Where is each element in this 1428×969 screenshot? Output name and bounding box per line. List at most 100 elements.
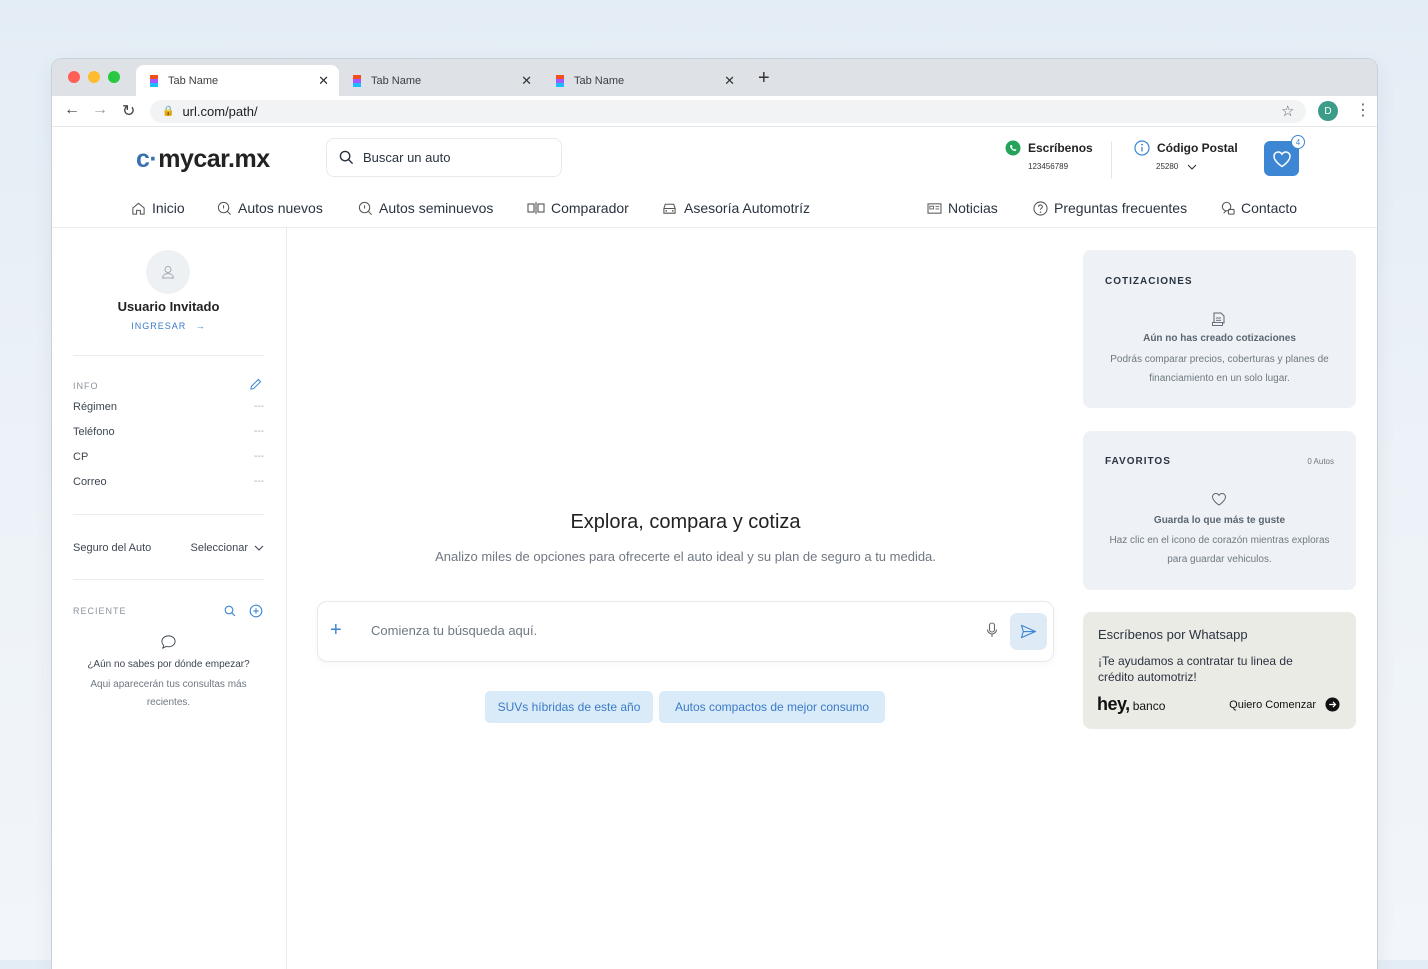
home-icon	[132, 202, 145, 215]
insurance-label: Seguro del Auto	[73, 542, 152, 554]
new-tab-button[interactable]: +	[758, 67, 770, 90]
address-bar[interactable]: 🔒 url.com/path/	[150, 100, 1306, 123]
insurance-row: Seguro del Auto Seleccionar	[73, 542, 264, 554]
attach-plus-icon[interactable]: +	[330, 619, 342, 642]
new-chat-icon[interactable]	[249, 604, 263, 618]
search-icon[interactable]	[224, 605, 236, 617]
search-car-icon	[358, 201, 372, 215]
recent-empty-state: ¿Aún no sabes por dónde empezar? Aqui ap…	[52, 634, 285, 712]
arrow-right-icon: →	[195, 321, 206, 331]
nav-item-inicio[interactable]: Inicio	[131, 200, 185, 216]
quotes-empty-title: Aún no has creado cotizaciones	[1143, 333, 1296, 344]
url-text: url.com/path/	[182, 104, 258, 119]
favorites-count: 0 Autos	[1307, 457, 1334, 466]
quotes-title: COTIZACIONES	[1105, 276, 1193, 287]
promo-text: ¡Te ayudamos a contratar tu linea de cré…	[1098, 654, 1293, 684]
close-tab-icon[interactable]: ✕	[724, 73, 735, 89]
contact-icon	[1221, 201, 1235, 215]
chat-bubble-icon	[161, 635, 176, 650]
recent-empty-title: ¿Aún no sabes por dónde empezar?	[87, 659, 250, 670]
favorites-count-badge: 4	[1291, 135, 1305, 149]
user-name: Usuario Invitado	[117, 299, 220, 314]
forward-arrow-icon[interactable]: →	[92, 101, 108, 119]
nav-item-autos-seminuevos[interactable]: Autos seminuevos	[358, 200, 493, 216]
suggestion-chip-compactos[interactable]: Autos compactos de mejor consumo	[659, 691, 885, 723]
minimize-window-button[interactable]	[88, 71, 100, 83]
browser-tab-2[interactable]: Tab Name ✕	[339, 65, 542, 96]
back-arrow-icon[interactable]: ←	[64, 101, 80, 119]
tab-strip: Tab Name ✕ Tab Name ✕ Tab Name ✕ +	[52, 59, 1377, 96]
browser-menu-icon[interactable]: ⋮	[1355, 100, 1371, 120]
search-icon	[339, 150, 354, 165]
favorites-empty-title: Guarda lo que más te guste	[1153, 515, 1286, 526]
suggestion-chip-suvs[interactable]: SUVs híbridas de este año	[485, 691, 653, 723]
hey-banco-logo: hey, banco	[1097, 694, 1166, 714]
nav-item-asesoria[interactable]: Asesoría Automotríz	[661, 200, 810, 216]
figma-icon	[150, 74, 158, 87]
quotes-card: COTIZACIONES Aún no has creado cotizacio…	[1083, 250, 1356, 408]
newspaper-icon	[927, 202, 942, 214]
browser-tab-3[interactable]: Tab Name ✕	[542, 65, 745, 96]
bookmark-star-icon[interactable]: ☆	[1281, 102, 1294, 120]
lock-icon: 🔒	[162, 106, 175, 117]
whatsapp-number: 123456789	[1028, 162, 1069, 171]
site-header: c·mycar.mx Buscar un auto Escríbenos 123…	[52, 127, 1377, 194]
nav-item-comparador[interactable]: Comparador	[527, 200, 629, 216]
content-area: Usuario Invitado INGRESAR → INFO Régimen…	[52, 228, 1377, 969]
arrow-circle-right-icon	[1325, 697, 1340, 712]
favorites-button[interactable]: 4	[1264, 135, 1305, 176]
close-tab-icon[interactable]: ✕	[521, 73, 532, 89]
postal-code-value: 25280	[1156, 162, 1179, 171]
user-icon	[161, 266, 175, 279]
search-car-icon	[217, 201, 231, 215]
whatsapp-promo-card: Escríbenos por Whatsapp ¡Te ayudamos a c…	[1083, 612, 1356, 729]
browser-tab-1[interactable]: Tab Name ✕	[136, 65, 339, 96]
browser-toolbar: ← → ↻ 🔒 url.com/path/ ☆ D ⋮	[52, 96, 1377, 127]
quotes-empty-desc: Podrás comparar precios, coberturas y pl…	[1110, 354, 1329, 384]
info-row-cp: CP ---	[73, 451, 264, 463]
nav-item-noticias[interactable]: Noticias	[927, 200, 998, 216]
info-icon	[1134, 140, 1150, 156]
tab-label: Tab Name	[371, 74, 422, 87]
promo-cta-button[interactable]: Quiero Comenzar	[1229, 697, 1340, 712]
close-window-button[interactable]	[68, 71, 80, 83]
divider	[73, 355, 264, 356]
postal-code-selector[interactable]: Código Postal 25280	[1134, 140, 1238, 171]
nav-item-autos-nuevos[interactable]: Autos nuevos	[217, 200, 323, 216]
main-panel: Explora, compara y cotiza Analizo miles …	[287, 228, 1084, 969]
reload-icon[interactable]: ↻	[122, 101, 135, 121]
chevron-down-icon	[254, 545, 264, 551]
nav-item-contacto[interactable]: Contacto	[1220, 200, 1297, 216]
send-icon	[1020, 624, 1037, 639]
question-icon	[1033, 200, 1048, 216]
browser-window: Tab Name ✕ Tab Name ✕ Tab Name ✕ + ← → ↻…	[52, 59, 1377, 969]
main-nav: Inicio Autos nuevos Autos seminuevos Com…	[52, 194, 1377, 228]
figma-icon	[353, 74, 361, 87]
window-controls	[68, 71, 120, 83]
site-logo[interactable]: c·mycar.mx	[136, 145, 270, 174]
whatsapp-contact[interactable]: Escríbenos 123456789	[1005, 140, 1093, 171]
heart-icon	[1211, 492, 1227, 506]
car-search-input[interactable]: Buscar un auto	[326, 138, 562, 177]
maximize-window-button[interactable]	[108, 71, 120, 83]
avatar[interactable]	[146, 250, 190, 294]
user-sidebar: Usuario Invitado INGRESAR → INFO Régimen…	[52, 228, 287, 969]
favorites-empty-desc: Haz clic en el icono de corazón mientras…	[1109, 535, 1330, 565]
recent-section-label: RECIENTE	[73, 606, 127, 616]
page-subtitle: Analizo miles de opciones para ofrecerte…	[435, 549, 936, 564]
heart-icon	[1272, 150, 1291, 167]
microphone-icon[interactable]	[986, 622, 998, 639]
close-tab-icon[interactable]: ✕	[318, 73, 329, 89]
send-button[interactable]	[1010, 613, 1047, 650]
insurance-select[interactable]: Seleccionar	[191, 542, 264, 554]
edit-pencil-icon[interactable]	[249, 378, 262, 391]
document-icon	[1212, 312, 1225, 326]
favorites-card: FAVORITOS 0 Autos Guarda lo que más te g…	[1083, 431, 1356, 590]
prompt-box: + Comienza tu búsqueda aquí.	[317, 601, 1054, 662]
prompt-input[interactable]: Comienza tu búsqueda aquí.	[371, 623, 537, 638]
profile-avatar[interactable]: D	[1318, 101, 1338, 121]
whatsapp-icon	[1005, 140, 1021, 156]
nav-item-preguntas[interactable]: Preguntas frecuentes	[1033, 200, 1187, 216]
login-link[interactable]: INGRESAR →	[52, 321, 285, 331]
divider	[73, 514, 264, 515]
